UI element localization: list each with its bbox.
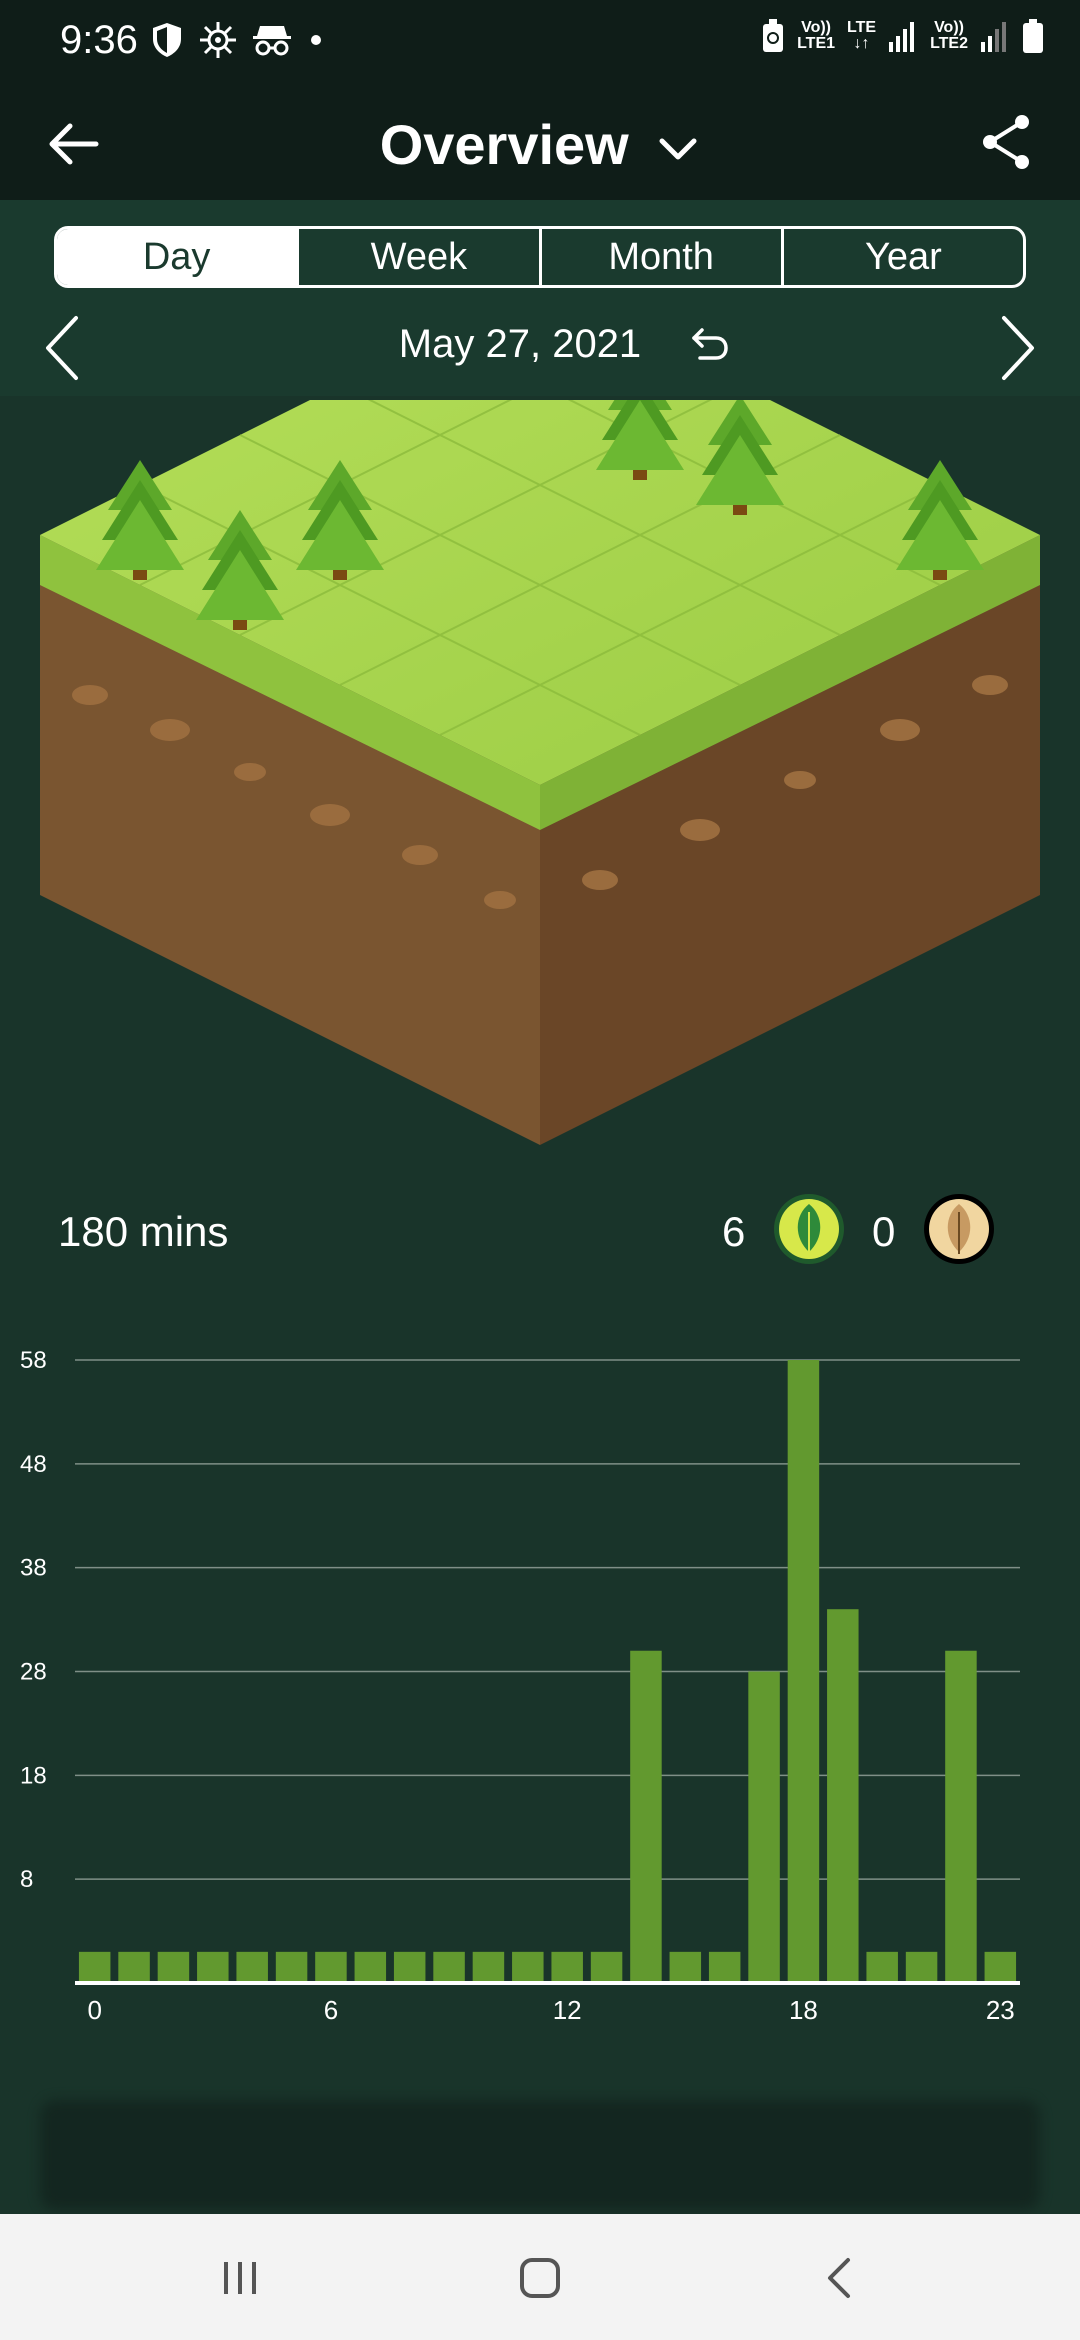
x-tick-label: 18 <box>789 1995 818 2025</box>
total-focus-time: 180 mins <box>58 1208 229 1255</box>
chevron-right-icon[interactable] <box>996 312 1040 384</box>
sim1-label: Vo)) LTE1 <box>797 19 836 52</box>
x-tick-label: 12 <box>553 1995 582 2025</box>
withered-tree-count: 0 <box>872 1208 896 1255</box>
chart-bar <box>118 1951 150 1983</box>
tab-week[interactable]: Week <box>299 229 542 285</box>
y-tick-label: 48 <box>20 1451 47 1478</box>
signal-strength-weak-icon <box>981 22 1006 52</box>
chart-bar <box>393 1951 426 1983</box>
sim2-label: Vo)) LTE2 <box>930 19 968 52</box>
battery-icon <box>1023 19 1043 53</box>
forest-illustration <box>40 400 1040 1145</box>
system-nav-bar <box>0 2214 1080 2340</box>
recents-icon[interactable] <box>212 2250 268 2306</box>
chart-bar <box>78 1951 111 1983</box>
page-title: Overview <box>379 113 629 176</box>
chart-bar <box>512 1951 544 1983</box>
chart-bar <box>433 1951 465 1983</box>
virus-scan-icon <box>200 22 236 58</box>
chart-bar <box>708 1951 741 1983</box>
chart-bar <box>748 1671 780 1983</box>
notification-dot-icon <box>311 35 321 45</box>
blurred-summary-card <box>40 2100 1040 2210</box>
chart-bar <box>984 1951 1017 1983</box>
chart-bar <box>630 1650 662 1983</box>
chevron-down-icon <box>659 138 697 160</box>
chart-bar <box>945 1650 977 1983</box>
withered-leaf-icon <box>924 1194 994 1264</box>
share-icon[interactable] <box>976 112 1036 172</box>
chart-bar <box>315 1951 347 1983</box>
status-left-icons <box>150 20 326 60</box>
tab-year[interactable]: Year <box>784 229 1023 285</box>
status-right-icons: Vo)) LTE1 LTE ↓↑ Vo)) LTE2 <box>761 18 1044 54</box>
nav-back-icon[interactable] <box>812 2250 868 2306</box>
period-tabs: Day Week Month Year <box>54 226 1026 288</box>
chart-bar <box>590 1951 623 1983</box>
status-time: 9:36 <box>60 18 138 62</box>
chart-bar <box>905 1951 938 1983</box>
tab-month[interactable]: Month <box>542 229 784 285</box>
stats-row: 180 mins 6 0 <box>0 1190 1080 1270</box>
shield-icon <box>153 23 181 57</box>
chart-bar <box>551 1951 583 1983</box>
x-tick-label: 6 <box>324 1995 338 2025</box>
y-tick-label: 28 <box>20 1659 47 1686</box>
home-icon[interactable] <box>512 2250 568 2306</box>
hourly-focus-chart: 8 18 28 38 48 58 0 6 12 18 23 <box>20 1347 1020 2025</box>
y-tick-label: 38 <box>20 1555 47 1582</box>
healthy-tree-count: 6 <box>722 1208 746 1255</box>
battery-saver-icon <box>763 19 784 52</box>
tab-day[interactable]: Day <box>57 229 300 285</box>
chart-bar <box>157 1951 190 1983</box>
chart-bar <box>236 1951 268 1983</box>
chart-bar <box>787 1360 820 1983</box>
app-bar: Overview <box>0 84 1080 200</box>
chart-bar <box>472 1951 505 1983</box>
incognito-icon <box>253 26 291 56</box>
chart-bar <box>827 1609 859 1983</box>
filter-panel: Day Week Month Year May 27, 2021 <box>0 200 1080 396</box>
x-tick-label: 23 <box>986 1995 1015 2025</box>
data-label: LTE ↓↑ <box>847 19 877 52</box>
chart-bar <box>669 1951 702 1983</box>
y-tick-label: 58 <box>20 1347 47 1374</box>
healthy-leaf-icon <box>774 1194 844 1264</box>
signal-strength-icon <box>889 22 915 52</box>
chart-bar <box>354 1951 387 1983</box>
undo-icon[interactable] <box>688 322 732 366</box>
chart-bar <box>197 1951 229 1983</box>
y-tick-label: 18 <box>20 1762 47 1789</box>
date-label[interactable]: May 27, 2021 <box>0 322 1080 367</box>
x-tick-label: 0 <box>87 1995 101 2025</box>
date-navigator: May 27, 2021 <box>0 304 1080 384</box>
chart-bar <box>275 1951 308 1983</box>
chart-bar <box>866 1951 898 1983</box>
y-tick-label: 8 <box>20 1866 33 1893</box>
status-bar: 9:36 Vo)) LTE1 LTE ↓↑ Vo)) LTE2 <box>0 0 1080 84</box>
overview-dropdown[interactable]: Overview <box>0 112 1080 177</box>
